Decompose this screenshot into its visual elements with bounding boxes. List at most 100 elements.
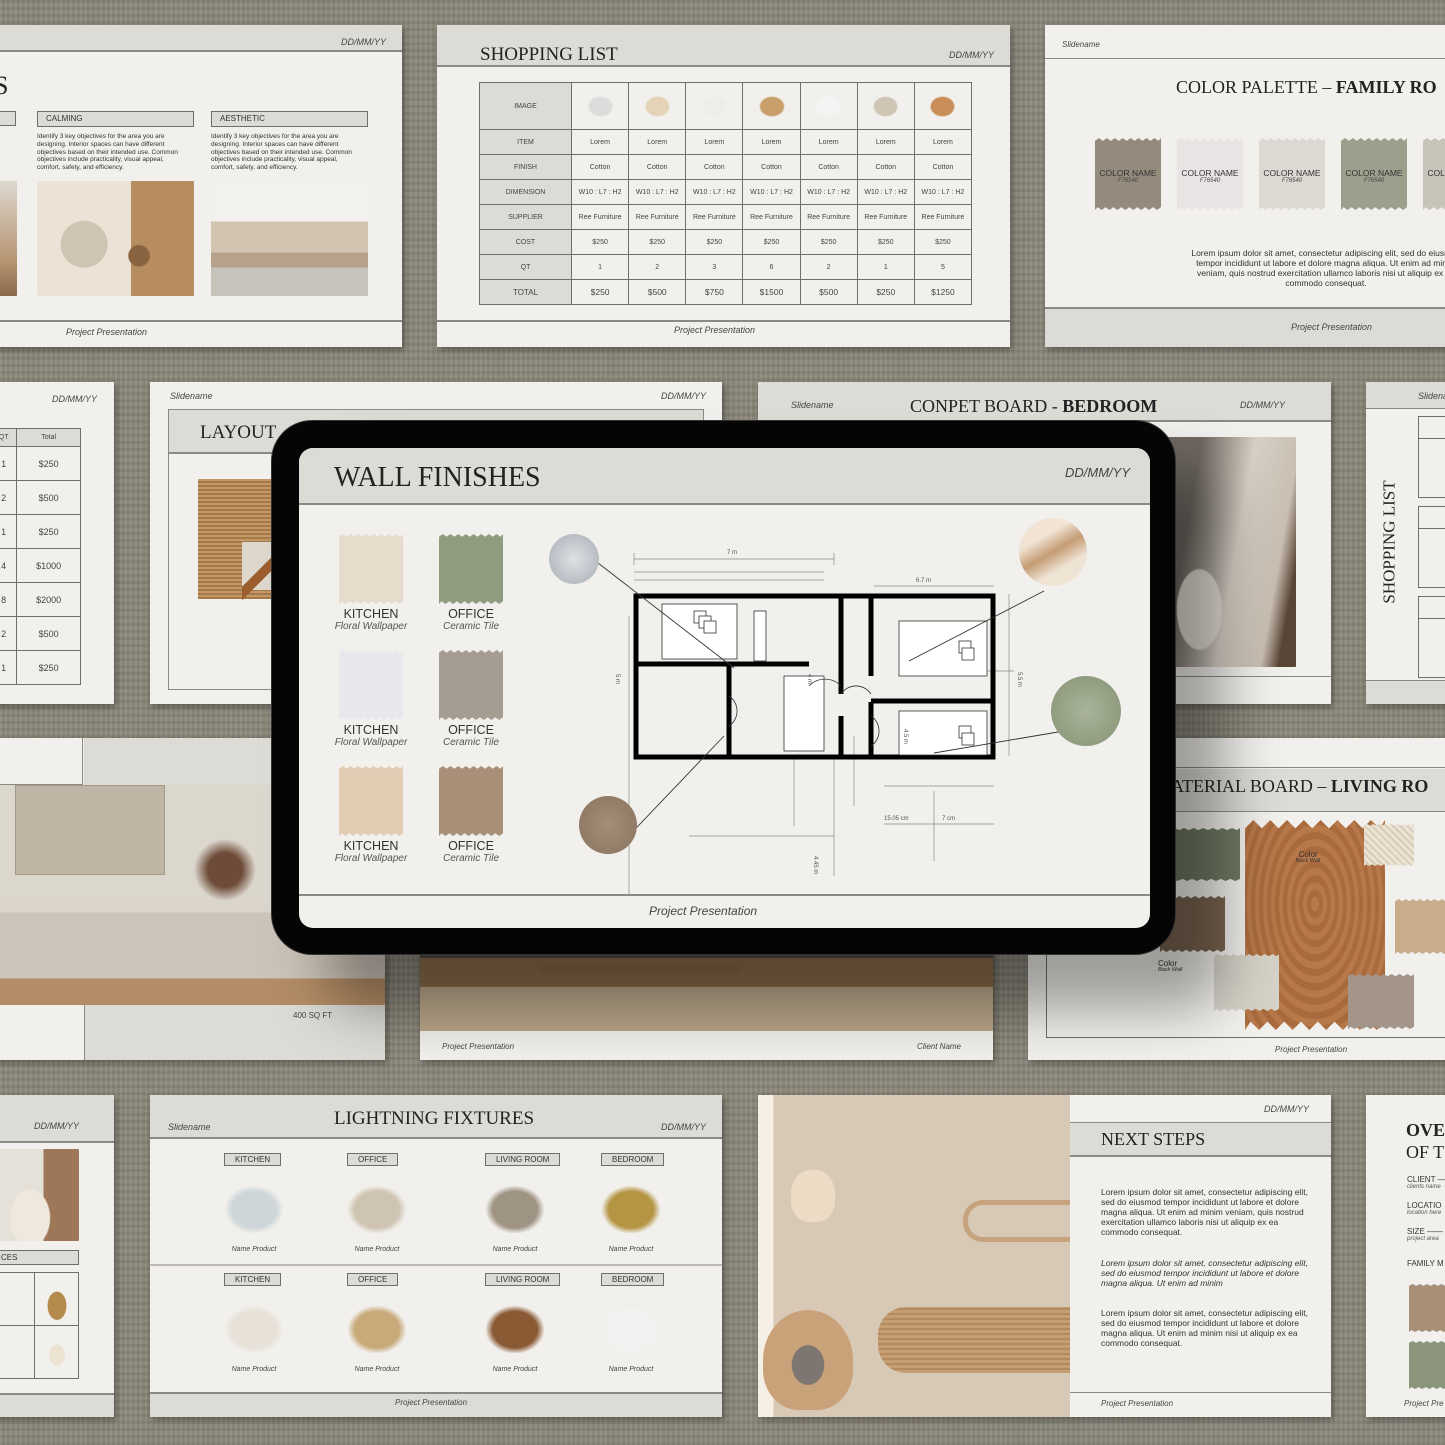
- photo-calming-room: [37, 181, 194, 296]
- label-sub: Back Wall: [1296, 858, 1321, 864]
- field-label: LOCATIO: [1407, 1201, 1442, 1210]
- row-header: DIMENSION: [479, 179, 572, 205]
- section-label: CES: [0, 1250, 79, 1265]
- sideboard: [878, 1307, 1070, 1373]
- next-steps-paragraph-3: Lorem ipsum dolor sit amet, consectetur …: [1101, 1308, 1308, 1348]
- finish-callout-marble-grey: [549, 534, 599, 584]
- slide-lighting-fixtures[interactable]: Slidename LIGHTNING FIXTURES DD/MM/YY KI…: [150, 1095, 722, 1417]
- title-line-1: OVE: [1406, 1120, 1445, 1140]
- finish-room: KITCHEN: [343, 839, 399, 853]
- color-name: COLOR NAME: [1099, 168, 1157, 178]
- cell-item: Lorem: [685, 129, 744, 155]
- slide-next-steps[interactable]: DD/MM/YY NEXT STEPS Lorem ipsum dolor si…: [758, 1095, 1331, 1417]
- product-image: [596, 1181, 666, 1233]
- product-image-arched-mirror: [685, 82, 744, 130]
- finish-item[interactable]: KITCHEN Floral Wallpaper: [331, 534, 411, 632]
- color-code: F76540: [1117, 178, 1139, 184]
- table-header-row: QT Total: [0, 428, 81, 447]
- cell-item: Lorem: [570, 129, 630, 155]
- slidename-label: Slidename: [168, 1122, 211, 1132]
- accessory-lamp: [0, 1272, 35, 1326]
- item-price: ($: [1429, 608, 1445, 616]
- color-swatch: COLOR NAMEF76540: [1423, 138, 1445, 210]
- objective-label-1: [0, 111, 16, 126]
- finish-item[interactable]: KITCHEN Floral Wallpaper: [331, 650, 411, 748]
- palette-description: Lorem ipsum dolor sit amet, consectetur …: [1191, 248, 1445, 288]
- finish-swatch: [439, 766, 503, 836]
- title-bold: FAMILY RO: [1335, 77, 1437, 97]
- slidename-label: Slidename: [1418, 391, 1445, 401]
- column-header: Total: [16, 428, 81, 447]
- slidename-label: Slidename: [791, 400, 834, 410]
- cell-cost: $250: [570, 229, 630, 255]
- slide-header: [0, 1095, 114, 1143]
- slide-accessories[interactable]: DD/MM/YY CES: [0, 1095, 114, 1417]
- floor-plan-furniture: [661, 603, 988, 756]
- cell-finish: Cotton: [913, 154, 973, 180]
- cell-finish: Cotton: [570, 154, 630, 180]
- accessory-grid: [0, 1272, 79, 1379]
- cell-total: $1250: [913, 279, 973, 305]
- color-swatch: COLOR NAMEF76540: [1095, 138, 1161, 210]
- table-row: DIMENSION W10 : L7 : H2 W10 : L7 : H2 W10 :…: [479, 179, 973, 205]
- field-value: project area: [1407, 1236, 1439, 1242]
- photo-pod-chair: [0, 1149, 79, 1241]
- wall-art: [15, 785, 165, 875]
- cell-finish: Cotton: [628, 154, 687, 180]
- color-name: COLOR NAME: [1181, 168, 1239, 178]
- finish-item[interactable]: OFFICE Ceramic Tile: [431, 650, 511, 748]
- product-name: Name Product: [231, 1366, 277, 1373]
- table-row: COST $250 $250 $250 $250 $250 $250 $250: [479, 229, 973, 255]
- product-image: [480, 1301, 550, 1353]
- cell-cost: $250: [742, 229, 801, 255]
- cell-total: $500: [799, 279, 858, 305]
- product-name: Name Product: [354, 1246, 400, 1253]
- slide-date: DD/MM/YY: [1240, 400, 1285, 410]
- product-image-nightstand: [913, 82, 973, 130]
- row-header: FINISH: [479, 154, 572, 180]
- overview-title: OVE OF T: [1406, 1119, 1445, 1163]
- footer-divider: [1070, 1392, 1331, 1393]
- slide-objectives[interactable]: DD/MM/YY S CALMING AESTHETIC Identify 3 …: [0, 25, 402, 347]
- slide-footer: [0, 1393, 114, 1417]
- slide-date: DD/MM/YY: [52, 394, 97, 404]
- item-name: Nar: [1429, 600, 1445, 608]
- overview-field: LOCATIO location here: [1407, 1201, 1442, 1216]
- cell-item: Lorem: [799, 129, 858, 155]
- slide-shopping-list[interactable]: SHOPPING LIST DD/MM/YY IMAGE ITEM Lorem Lor…: [437, 25, 1010, 347]
- cell-dimension: W10 : L7 : H2: [685, 179, 744, 205]
- product-image-rattan-mirror: [742, 82, 801, 130]
- title-line-2: OF T: [1406, 1142, 1445, 1162]
- product-name: Name Product: [231, 1246, 277, 1253]
- finish-material: Ceramic Tile: [442, 853, 500, 864]
- finish-room: OFFICE: [448, 723, 494, 737]
- slide-footer: [1366, 680, 1445, 704]
- finish-item[interactable]: OFFICE Ceramic Tile: [431, 534, 511, 632]
- finish-item[interactable]: OFFICE Ceramic Tile: [431, 766, 511, 864]
- cell-finish: Cotton: [742, 154, 801, 180]
- room-tag: OFFICE: [347, 1153, 399, 1166]
- slide-overview[interactable]: OVE OF T CLIENT — clients name LOCATIO loca…: [1366, 1095, 1445, 1417]
- tablet-screen[interactable]: WALL FINISHES DD/MM/YY KITCHEN Floral Wal…: [299, 448, 1150, 928]
- product-image: [219, 1301, 289, 1353]
- cell-supplier: Ree Furniture: [742, 204, 801, 230]
- cell-total: $1000: [16, 548, 81, 583]
- cell-qt: 5: [913, 254, 973, 280]
- item-price: ($: [1429, 518, 1445, 526]
- product-image-pillows: [856, 82, 915, 130]
- area-label: 400 SQ FT: [293, 1011, 333, 1020]
- slide-shopping-list-vertical[interactable]: Slidename SHOPPING LIST Nar($Nar($Nar($: [1366, 382, 1445, 704]
- shopping-item: Nar($: [1418, 596, 1445, 678]
- cell-total: $500: [628, 279, 687, 305]
- slide-color-palette[interactable]: Slidename COLOR PALETTE – FAMILY RO COLO…: [1045, 25, 1445, 347]
- row-header: SUPPLIER: [479, 204, 572, 230]
- product-image-bathtub: [799, 82, 858, 130]
- finish-item[interactable]: KITCHEN Floral Wallpaper: [331, 766, 411, 864]
- cell-total: $500: [16, 480, 81, 515]
- color-code: F76540: [1363, 178, 1385, 184]
- product-image: [342, 1301, 412, 1353]
- material-swatch-grey-wood: [1348, 974, 1414, 1029]
- dim-inner: 4.5 m: [902, 729, 908, 744]
- cell-cost: $250: [856, 229, 915, 255]
- slide-totals[interactable]: DD/MM/YY QT Total 1 $250 2 $500 1 $250 4 $1000 8 $2…: [0, 382, 114, 704]
